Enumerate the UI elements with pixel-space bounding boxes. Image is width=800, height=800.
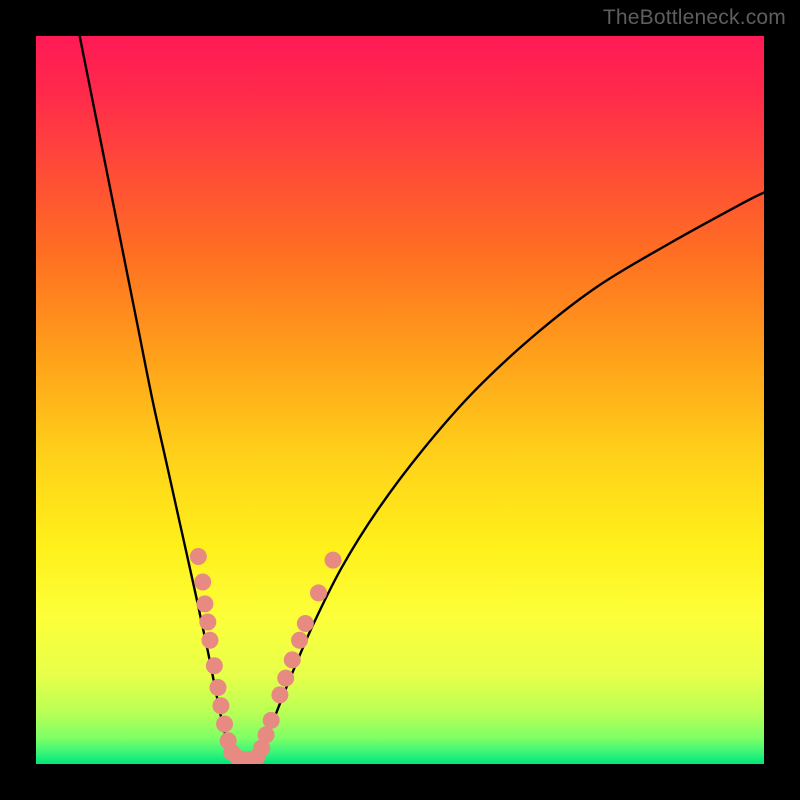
- data-point: [291, 632, 308, 649]
- data-point: [199, 614, 216, 631]
- data-point: [196, 595, 213, 612]
- data-point: [212, 697, 229, 714]
- data-point: [271, 686, 288, 703]
- data-point: [190, 548, 207, 565]
- data-point: [263, 712, 280, 729]
- data-point: [284, 651, 301, 668]
- gradient-background: [36, 36, 764, 764]
- plot-svg: [36, 36, 764, 764]
- data-point: [258, 726, 275, 743]
- data-point: [277, 670, 294, 687]
- data-point: [310, 584, 327, 601]
- watermark-text: TheBottleneck.com: [603, 6, 786, 30]
- data-point: [297, 615, 314, 632]
- chart-frame: TheBottleneck.com: [0, 0, 800, 800]
- data-point: [194, 574, 211, 591]
- data-point: [216, 715, 233, 732]
- data-point: [201, 632, 218, 649]
- plot-area: [36, 36, 764, 764]
- data-point: [325, 552, 342, 569]
- data-point: [210, 679, 227, 696]
- data-point: [206, 657, 223, 674]
